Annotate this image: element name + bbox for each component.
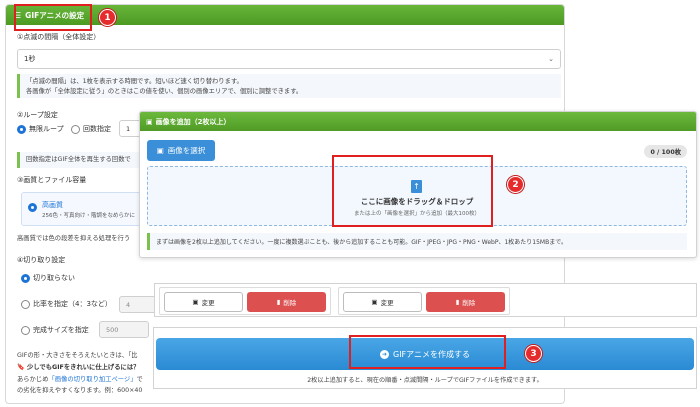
quality-subtitle: 256色・写真向け・階調をなめらかに	[42, 213, 135, 219]
step-number-2: 2	[507, 176, 524, 193]
highlight-box-1	[14, 4, 92, 31]
image-count-badge: 0 / 100枚	[644, 145, 687, 158]
crop-size-input[interactable]: 500	[99, 321, 149, 338]
thumbnail-card: ▣ 変更 ▮ 削除	[159, 287, 331, 315]
select-image-label: 画像を選択	[167, 146, 206, 155]
upload-title: 画像を追加（2枚以上）	[155, 117, 231, 126]
radio-empty-icon	[21, 325, 30, 335]
select-image-button[interactable]: ▣ 画像を選択	[147, 140, 215, 161]
crop-hint-suffix: で	[136, 376, 143, 383]
crop-hint-line2: 🔖 少しでもGIFをきれいに仕上げるには？	[17, 364, 140, 371]
upload-header: ▣ 画像を追加（2枚以上）	[140, 112, 696, 131]
step-number-1: 1	[99, 9, 116, 26]
highlight-box-3	[349, 335, 506, 369]
crop-hint-prefix: あらかじめ	[17, 376, 49, 383]
trash-icon: ▮	[276, 298, 281, 306]
delete-label: 削除	[283, 299, 297, 307]
crop-hint-line4: の劣化を抑えやすくなります。例：600×40	[17, 387, 143, 394]
quality-section-label: ③画質とファイル容量	[17, 176, 87, 184]
step-number-3: 3	[525, 345, 542, 362]
change-label: 変更	[380, 299, 394, 307]
thumbnail-strip: ▣ 変更 ▮ 削除 ▣ 変更 ▮ 削除	[154, 283, 697, 317]
image-icon: ▣	[192, 298, 199, 306]
interval-note-line2: 各画像が「全体設定に従う」のときはこの値を使い、個別の画像エリアで、個別に調整で…	[26, 88, 303, 95]
delete-image-button[interactable]: ▮ 削除	[247, 292, 326, 312]
loop-infinite-radio[interactable]: 無限ループ	[17, 124, 64, 134]
interval-select-value: 1秒	[24, 55, 36, 63]
image-icon: ▣	[146, 117, 153, 126]
crop-hint-line3: あらかじめ「画像の切り取り加工ページ」で	[17, 374, 143, 383]
radio-selected-icon	[17, 124, 26, 134]
image-icon: ▣	[156, 146, 164, 155]
quality-high-option[interactable]: 高画質 256色・写真向け・階調をなめらかに	[21, 192, 151, 226]
interval-select[interactable]: 1秒 ⌄	[17, 49, 561, 69]
image-icon: ▣	[371, 298, 378, 306]
create-note: 2枚以上追加すると、現在の順番・点滅間隔・ループでGIFファイルを作成できます。	[307, 377, 543, 384]
upload-note: まずは画像を2枚以上追加してください。一度に複数選ぶことも、後から追加することも…	[147, 233, 687, 250]
crop-ratio-radio[interactable]: 比率を指定（4：3など）	[21, 299, 112, 309]
loop-infinite-label: 無限ループ	[29, 125, 64, 133]
highlight-box-2	[332, 155, 493, 227]
crop-size-label: 完成サイズを指定	[33, 326, 89, 334]
interval-note-line1: 「点滅の間隔」は、1枚を表示する時間です。短いほど速く切り替わります。	[26, 78, 243, 85]
interval-section-label: ①点滅の間隔（全体設定）	[17, 33, 101, 41]
crop-size-radio[interactable]: 完成サイズを指定	[21, 325, 89, 335]
radio-selected-icon	[28, 203, 37, 212]
trash-icon: ▮	[455, 298, 460, 306]
radio-empty-icon	[21, 299, 30, 309]
crop-page-link[interactable]: 「画像の切り取り加工ページ」	[48, 376, 136, 383]
interval-note: 「点滅の間隔」は、1枚を表示する時間です。短いほど速く切り替わります。 各画像が…	[17, 74, 561, 98]
loop-count-label: 回数指定	[83, 125, 111, 133]
change-image-button[interactable]: ▣ 変更	[164, 292, 243, 312]
change-label: 変更	[201, 299, 215, 307]
crop-none-radio[interactable]: 切り取らない	[21, 273, 75, 283]
delete-image-button[interactable]: ▮ 削除	[426, 292, 505, 312]
loop-section-label: ②ループ設定	[17, 111, 58, 119]
chevron-down-icon: ⌄	[548, 55, 554, 63]
crop-section-label: ④切り取り設定	[17, 256, 66, 264]
quality-note: 高画質では色の段差を抑える処理を行う	[17, 235, 131, 242]
radio-selected-icon	[21, 273, 30, 283]
loop-count-radio[interactable]: 回数指定	[71, 124, 111, 134]
crop-hint-line1: GIFの形・大きさをそろえたいときは、「比	[17, 352, 138, 359]
thumbnail-card: ▣ 変更 ▮ 削除	[338, 287, 510, 315]
crop-ratio-input[interactable]: 4	[119, 296, 159, 313]
quality-title: 高画質	[42, 201, 63, 209]
crop-none-label: 切り取らない	[33, 274, 75, 282]
crop-ratio-label: 比率を指定（4：3など）	[33, 300, 112, 308]
change-image-button[interactable]: ▣ 変更	[343, 292, 422, 312]
delete-label: 削除	[462, 299, 476, 307]
radio-empty-icon	[71, 124, 80, 134]
